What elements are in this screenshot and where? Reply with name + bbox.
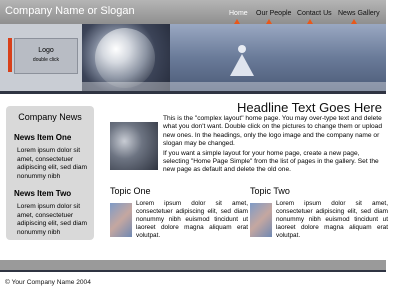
topic-two-text: Lorem ipsum dolor sit amet, consectetuer… [276,200,388,239]
news-item-two-heading[interactable]: News Item Two [14,189,71,198]
news-item-one-text: Lorem ipsum dolor sit amet, consectetuer… [17,147,88,180]
news-item-one-heading[interactable]: News Item One [14,133,71,142]
page-headline: Headline Text Goes Here [236,100,382,115]
topic-two-photo[interactable] [250,203,272,237]
nav-our-people[interactable]: Our People [256,10,291,17]
meditator-head-icon [238,45,246,53]
sidebar-title: Company News [18,112,82,122]
footer-copyright: © Your Company Name 2004 [5,279,91,286]
banner-light-strip [82,82,386,91]
intro-paragraph: This is the "complex layout" home page. … [163,115,382,148]
globe-sphere-icon [95,28,155,88]
company-news-sidebar: Company News News Item One Lorem ipsum d… [6,106,94,240]
banner: Logo double click [0,24,386,91]
intro-text: This is the "complex layout" home page. … [163,115,383,176]
intro-paragraph: If you want a simple layout for your hom… [163,149,379,174]
meditation-photo[interactable] [170,24,386,91]
site-header: Company Name or Slogan Home Our People C… [0,0,386,24]
topic-two-heading[interactable]: Topic Two [250,186,290,196]
nav-contact-us[interactable]: Contact Us [297,10,332,17]
logo-label: Logo [38,47,54,54]
logo-placeholder[interactable]: Logo double click [14,38,78,74]
nav-news-gallery[interactable]: News Gallery [338,10,380,17]
site-title[interactable]: Company Name or Slogan [5,5,135,17]
meditator-figure-icon [230,54,254,76]
logo-hint: double click [32,57,60,63]
footer-bar [0,260,386,272]
nav-home[interactable]: Home [229,10,248,17]
news-item-two-text: Lorem ipsum dolor sit amet, consectetuer… [17,203,88,236]
topic-one-heading[interactable]: Topic One [110,186,151,196]
page: Company Name or Slogan Home Our People C… [0,0,388,300]
banner-accent-bar [8,38,12,72]
header-divider [0,91,386,94]
topic-one-photo[interactable] [110,203,132,237]
feature-photo[interactable] [110,122,158,170]
topic-one-text: Lorem ipsum dolor sit amet, consectetuer… [136,200,248,239]
